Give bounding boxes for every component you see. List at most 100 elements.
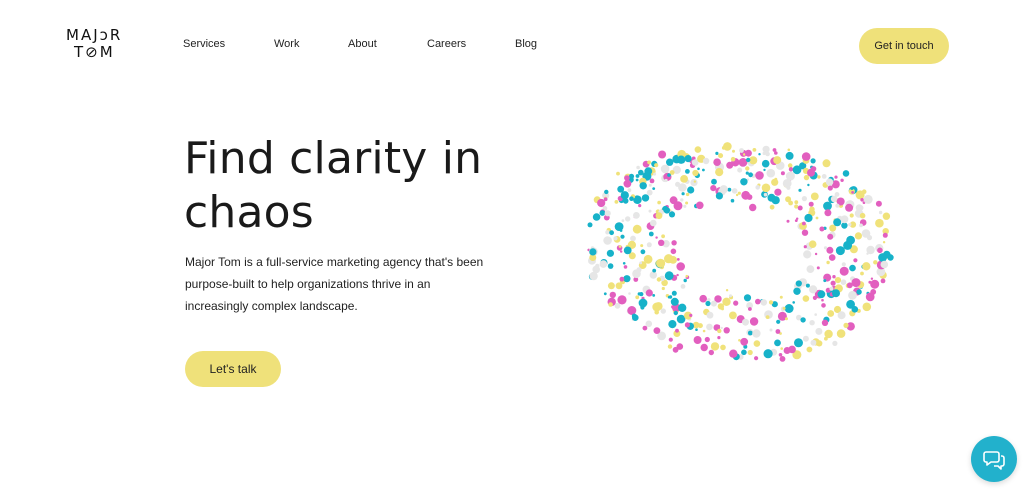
nav-item-blog[interactable]: Blog: [515, 38, 537, 50]
confetti-dot: [860, 198, 864, 202]
confetti-dot: [617, 295, 627, 305]
nav-item-about[interactable]: About: [348, 38, 377, 50]
confetti-dot: [676, 258, 680, 261]
confetti-dot: [763, 192, 768, 197]
confetti-dot: [774, 188, 782, 196]
confetti-dot: [685, 192, 690, 197]
confetti-dot: [746, 194, 753, 200]
confetti-dot: [684, 155, 692, 163]
confetti-dot: [809, 206, 815, 212]
confetti-dot: [882, 232, 888, 238]
confetti-dot: [875, 218, 884, 228]
confetti-dot: [689, 313, 693, 317]
confetti-dot: [840, 178, 844, 182]
confetti-dot: [802, 221, 806, 226]
confetti-dot: [851, 278, 861, 288]
confetti-dot: [716, 324, 721, 328]
confetti-dot: [676, 262, 685, 271]
confetti-dot: [766, 168, 776, 178]
confetti-dot: [642, 325, 648, 331]
confetti-dot: [702, 157, 710, 165]
confetti-dot: [810, 192, 819, 201]
confetti-dot: [623, 246, 632, 255]
confetti-dot: [851, 191, 854, 194]
confetti-dot: [669, 256, 677, 264]
confetti-dot: [866, 235, 873, 241]
confetti-dot: [614, 200, 619, 204]
confetti-dot: [834, 175, 838, 179]
confetti-dot: [668, 211, 676, 218]
confetti-dot: [763, 349, 773, 359]
confetti-dot: [715, 192, 723, 200]
confetti-dot: [729, 349, 738, 358]
get-in-touch-button[interactable]: Get in touch: [859, 28, 949, 64]
confetti-dot: [663, 207, 671, 214]
confetti-dot: [849, 264, 856, 272]
confetti-dot: [670, 297, 679, 306]
confetti-dot: [607, 263, 614, 269]
confetti-dot: [627, 188, 632, 193]
lets-talk-button[interactable]: Let's talk: [185, 351, 281, 387]
confetti-dot: [739, 148, 744, 153]
confetti-dot: [821, 303, 826, 308]
nav-item-work[interactable]: Work: [274, 38, 299, 50]
confetti-dot: [785, 151, 794, 160]
confetti-dot: [815, 327, 823, 335]
confetti-dot: [727, 187, 732, 192]
confetti-dot: [743, 294, 752, 302]
confetti-dot: [823, 246, 828, 250]
confetti-dot: [755, 298, 761, 305]
nav-item-services[interactable]: Services: [183, 38, 225, 50]
confetti-dot: [809, 320, 815, 326]
nav-item-careers[interactable]: Careers: [427, 38, 466, 50]
confetti-dot: [710, 300, 717, 307]
confetti-dot: [834, 192, 840, 197]
logo[interactable]: MAJɔR T⊘M: [66, 27, 128, 61]
confetti-dot: [782, 306, 786, 310]
confetti-dot: [787, 163, 793, 168]
confetti-dot: [860, 271, 864, 276]
confetti-dot: [808, 201, 814, 207]
confetti-dot: [765, 151, 770, 157]
confetti-dot: [692, 169, 699, 177]
confetti-dot: [773, 156, 782, 165]
confetti-dot: [832, 340, 838, 346]
confetti-dot: [694, 146, 702, 153]
confetti-dot: [827, 233, 834, 240]
confetti-dot: [723, 327, 730, 334]
confetti-dot: [622, 262, 626, 265]
confetti-dot: [640, 244, 644, 248]
confetti-dot: [647, 160, 651, 165]
confetti-dot: [749, 203, 757, 212]
confetti-dot: [845, 203, 854, 212]
confetti-dot: [731, 188, 738, 194]
confetti-dot: [794, 219, 798, 222]
confetti-dot: [664, 271, 674, 281]
confetti-dot: [654, 309, 659, 315]
confetti-dot: [880, 278, 886, 284]
confetti-dot: [875, 200, 882, 207]
confetti-dot: [693, 180, 697, 183]
confetti-dot: [603, 236, 612, 245]
confetti-dot: [866, 252, 869, 255]
confetti-dot: [667, 173, 671, 177]
chat-button[interactable]: [971, 436, 1017, 482]
confetti-dot: [592, 213, 601, 221]
confetti-dot: [829, 286, 834, 291]
confetti-dot: [861, 189, 867, 194]
confetti-dot: [632, 269, 641, 278]
confetti-dot: [717, 303, 725, 310]
confetti-dot: [769, 328, 773, 332]
confetti-dot: [635, 174, 640, 178]
confetti-dot: [769, 204, 775, 210]
confetti-dot: [655, 212, 663, 220]
confetti-dot: [833, 218, 842, 227]
confetti-dot: [809, 285, 818, 294]
confetti-dot: [668, 320, 677, 329]
confetti-dot: [753, 340, 761, 347]
confetti-dot: [776, 319, 781, 324]
confetti-dot: [841, 222, 848, 229]
confetti-dot: [645, 289, 653, 297]
confetti-dot: [623, 275, 631, 283]
confetti-dot: [710, 342, 720, 351]
